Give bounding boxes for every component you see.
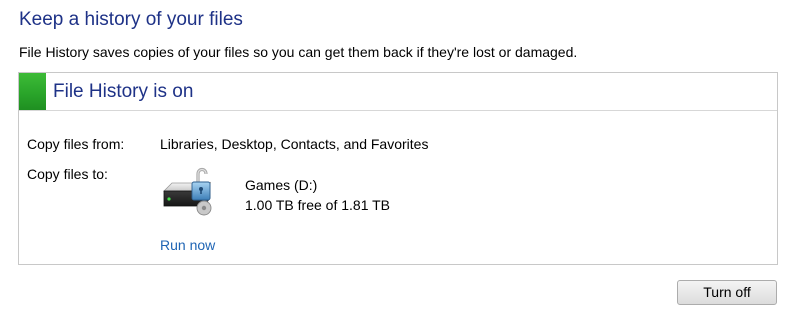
copy-to-label: Copy files to: (27, 166, 108, 182)
page-title: Keep a history of your files (19, 9, 243, 30)
status-header: File History is on (19, 73, 777, 111)
status-text: File History is on (53, 81, 194, 102)
drive-lock-icon (160, 162, 220, 218)
copy-from-label: Copy files from: (27, 136, 125, 152)
drive-name: Games (D:) (245, 177, 318, 193)
status-indicator-bar (19, 73, 46, 110)
drive-free-space: 1.00 TB free of 1.81 TB (245, 197, 391, 213)
file-history-panel: File History is on Copy files from: Libr… (18, 72, 778, 265)
copy-from-value: Libraries, Desktop, Contacts, and Favori… (160, 136, 429, 152)
run-now-link[interactable]: Run now (160, 237, 215, 253)
turn-off-button[interactable]: Turn off (677, 280, 777, 305)
page-description: File History saves copies of your files … (19, 44, 578, 60)
